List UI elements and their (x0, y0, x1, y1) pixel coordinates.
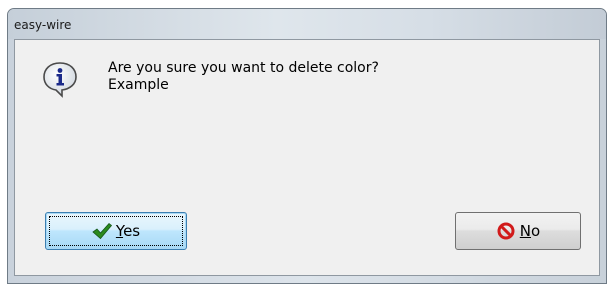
prohibited-icon (497, 222, 515, 240)
message-line-item: Example (108, 77, 169, 93)
no-button[interactable]: No (455, 212, 581, 250)
no-button-label: No (520, 222, 540, 240)
message-line-question: Are you sure you want to delete color? (108, 60, 379, 76)
info-icon (43, 62, 77, 98)
title-bar[interactable]: easy-wire (8, 9, 606, 39)
yes-button[interactable]: Yes (45, 212, 187, 250)
dialog-message: Are you sure you want to delete color? E… (108, 60, 379, 94)
window-title: easy-wire (14, 18, 72, 32)
no-label-rest: o (531, 222, 541, 240)
no-accelerator: N (519, 222, 532, 240)
focus-ring (49, 216, 183, 246)
